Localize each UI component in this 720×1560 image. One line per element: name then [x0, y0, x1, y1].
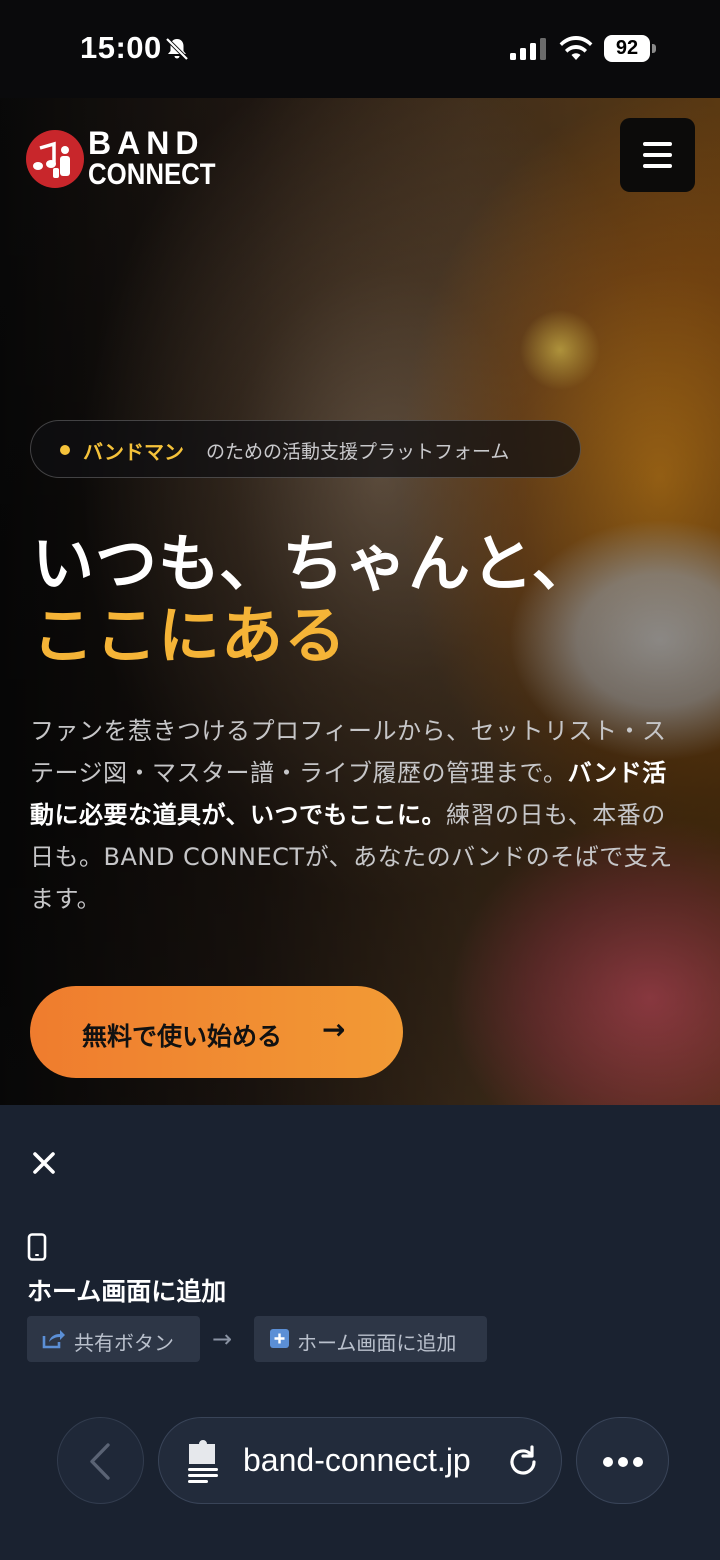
- more-icon: [603, 1457, 613, 1467]
- step-share-button: 共有ボタン: [27, 1316, 200, 1362]
- battery-icon: 92: [604, 35, 656, 62]
- close-icon[interactable]: [30, 1149, 58, 1177]
- step-add-to-home: ホーム画面に追加: [254, 1316, 487, 1362]
- sheet-title: ホーム画面に追加: [27, 1277, 227, 1306]
- logo-line1: BAND: [88, 125, 205, 161]
- tagline-dot-icon: [60, 445, 70, 455]
- url-text: band-connect.jp: [243, 1442, 471, 1478]
- logo-mark: [26, 130, 84, 188]
- battery-level: 92: [604, 35, 650, 62]
- chevron-left-icon: [90, 1443, 110, 1480]
- lead-paragraph: ファンを惹きつけるプロフィールから、セットリスト・ステージ図・マスター譜・ライブ…: [30, 710, 690, 920]
- wifi-icon: [559, 36, 593, 60]
- headline-line1: いつも、ちゃんと、: [32, 527, 595, 600]
- page-icon: [188, 1440, 218, 1483]
- headline-line2: ここにある: [32, 599, 348, 672]
- hamburger-menu-icon-bar: [643, 153, 672, 157]
- tagline-badge: バンドマン のための活動支援プラットフォーム: [30, 420, 581, 478]
- hamburger-menu-icon: [643, 142, 672, 146]
- hero-section: BAND CONNECT バンドマン のための活動支援プラットフォーム いつも、…: [0, 98, 720, 1105]
- hamburger-menu-icon-bar: [643, 164, 672, 168]
- reload-icon[interactable]: [505, 1444, 541, 1480]
- plus-square-icon: [270, 1329, 289, 1348]
- tagline-highlight: バンドマン: [83, 440, 184, 464]
- signal-icon: [510, 38, 546, 60]
- more-icon-dot: [633, 1457, 643, 1467]
- hamburger-menu-button[interactable]: [620, 118, 695, 192]
- step-arrow: →: [212, 1325, 233, 1353]
- arrow-right-icon: →: [322, 1013, 346, 1046]
- status-bar: 15:00 92: [0, 0, 720, 98]
- music-note-icon: [33, 141, 70, 178]
- start-free-button[interactable]: 無料で使い始める →: [30, 986, 403, 1078]
- share-icon: [42, 1330, 65, 1349]
- back-button[interactable]: [57, 1417, 144, 1504]
- phone-icon: [27, 1233, 47, 1261]
- tagline-rest: のための活動支援プラットフォーム: [206, 441, 510, 463]
- more-icon-dot: [618, 1457, 628, 1467]
- status-time: 15:00: [80, 30, 162, 65]
- band-connect-logo[interactable]: BAND CONNECT: [26, 127, 216, 190]
- address-bar[interactable]: band-connect.jp: [158, 1417, 562, 1504]
- more-button[interactable]: [576, 1417, 669, 1504]
- step2-label: ホーム画面に追加: [297, 1331, 457, 1355]
- battery-tip: [652, 44, 656, 53]
- bell-off-icon: [165, 37, 189, 61]
- page-title: いつも、ちゃんと、 ここにある: [32, 528, 595, 672]
- add-to-home-sheet: ホーム画面に追加 共有ボタン → ホーム画面に追加 band-connect.j…: [0, 1105, 720, 1560]
- cta-label: 無料で使い始める: [82, 1022, 283, 1051]
- logo-line2: CONNECT: [88, 158, 216, 191]
- logo-text: BAND CONNECT: [88, 125, 236, 191]
- step1-label: 共有ボタン: [74, 1331, 174, 1355]
